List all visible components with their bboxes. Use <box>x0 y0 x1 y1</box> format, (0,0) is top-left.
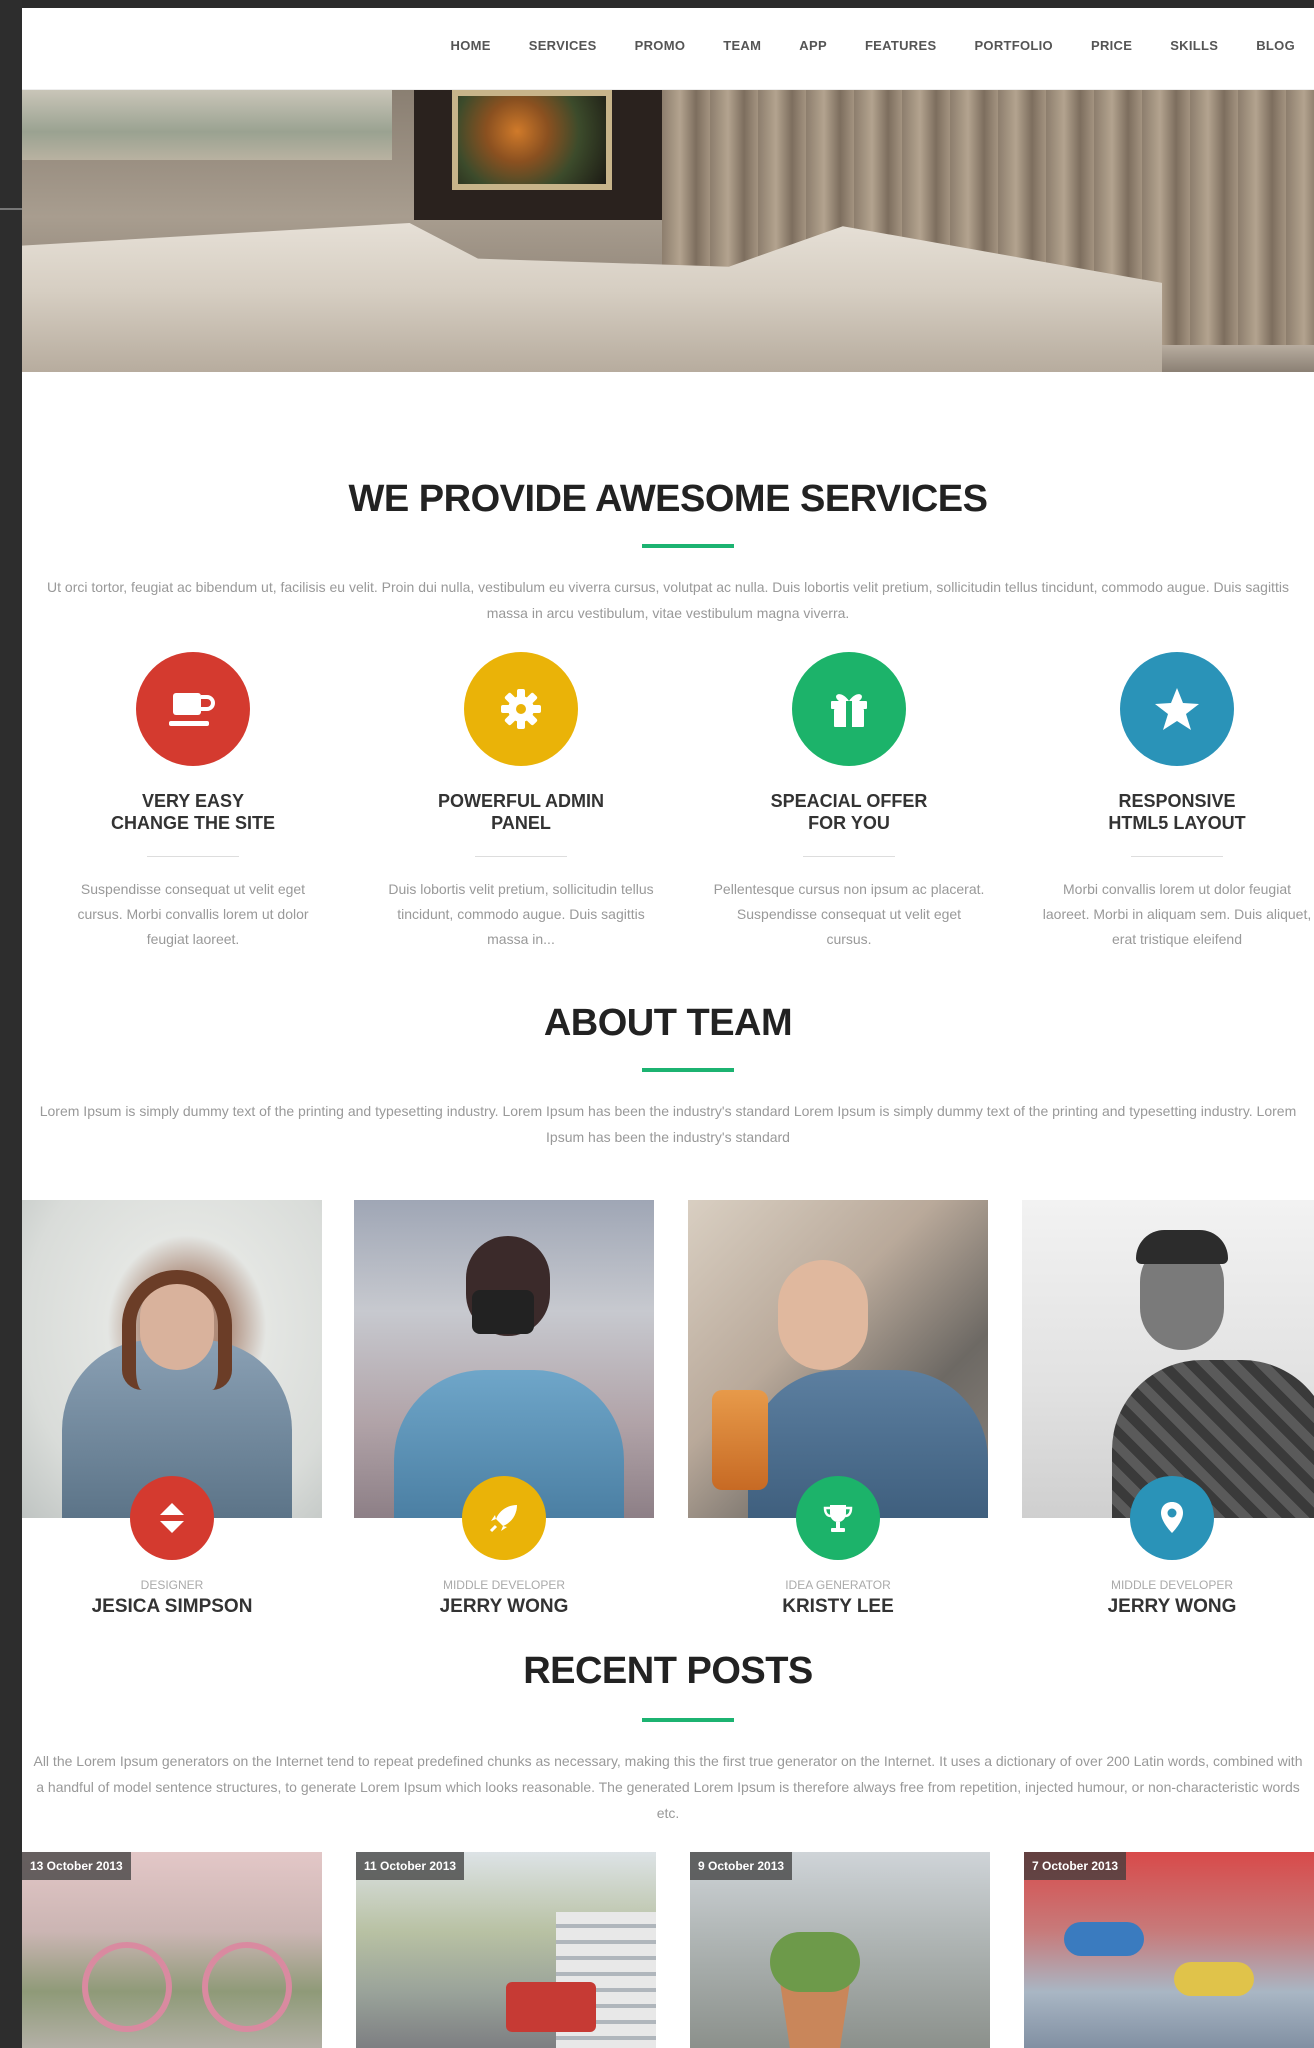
nav-link-promo[interactable]: PROMO <box>616 38 705 53</box>
top-navigation: HOME SERVICES PROMO TEAM APP FEATURES PO… <box>22 8 1314 90</box>
member-role: MIDDLE DEVELOPER <box>442 1578 566 1592</box>
posts-lead: All the Lorem Ipsum generators on the In… <box>33 1753 1303 1821</box>
post-date: 11 October 2013 <box>356 1852 465 1880</box>
service-divider <box>147 856 239 857</box>
window-frame-left <box>0 0 22 2048</box>
nav-link-team[interactable]: TEAM <box>704 38 780 53</box>
nav-link-services[interactable]: SERVICES <box>510 38 616 53</box>
nav-link-blog[interactable]: BLOG <box>1237 38 1314 53</box>
hero-image <box>22 90 1314 372</box>
post-date: 7 October 2013 <box>1024 1852 1127 1880</box>
web-page: HOME SERVICES PROMO TEAM APP FEATURES PO… <box>22 8 1314 2048</box>
team-title-rule <box>642 1068 734 1072</box>
service-divider <box>803 856 895 857</box>
service-description: Morbi convallis lorem ut dolor feugiat l… <box>1042 881 1312 947</box>
frame-divider <box>0 208 22 210</box>
gift-icon <box>831 694 867 727</box>
window-frame-top <box>0 0 1314 8</box>
services-lead: Ut orci tortor, feugiat ac bibendum ut, … <box>47 579 1289 621</box>
service-title: RESPONSIVE HTML5 LAYOUT <box>1108 791 1246 833</box>
photo-camera <box>472 1290 534 1334</box>
post-card[interactable]: 13 October 2013 <box>22 1852 322 2048</box>
member-photo[interactable] <box>688 1200 988 1518</box>
service-divider <box>475 856 567 857</box>
member-photo[interactable] <box>22 1200 322 1518</box>
team-member-jerry-wong: MIDDLE DEVELOPER JERRY WONG <box>354 1200 654 1618</box>
posts-title: RECENT POSTS <box>523 1650 813 1692</box>
service-icon-circle[interactable] <box>136 652 250 766</box>
photo-hair <box>122 1270 232 1390</box>
member-badge[interactable] <box>1130 1476 1214 1560</box>
sort-arrows-icon <box>160 1503 184 1533</box>
team-member-kristy-lee: IDEA GENERATOR KRISTY LEE <box>688 1200 988 1618</box>
service-divider <box>1131 856 1223 857</box>
service-title: VERY EASY CHANGE THE SITE <box>110 791 275 833</box>
post-tram <box>506 1982 596 2032</box>
member-role: MIDDLE DEVELOPER <box>1110 1578 1234 1592</box>
service-icon-circle[interactable] <box>792 652 906 766</box>
post-card[interactable]: 7 October 2013 <box>1024 1852 1314 2048</box>
photo-hair <box>1136 1230 1228 1264</box>
member-role: DESIGNER <box>140 1578 204 1592</box>
services-title-rule <box>642 544 734 548</box>
posts-title-rule <box>642 1718 734 1722</box>
nav-link-portfolio[interactable]: PORTFOLIO <box>955 38 1072 53</box>
post-card[interactable]: 9 October 2013 <box>690 1852 990 2048</box>
coffee-cup-icon <box>169 693 215 726</box>
nav-links: HOME SERVICES PROMO TEAM APP FEATURES PO… <box>432 38 1314 53</box>
service-icon-circle[interactable] <box>1120 652 1234 766</box>
services-title: WE PROVIDE AWESOME SERVICES <box>348 478 988 520</box>
nav-link-price[interactable]: PRICE <box>1072 38 1151 53</box>
rocket-icon <box>489 1505 517 1533</box>
team-title: ABOUT TEAM <box>543 1002 793 1044</box>
service-title: SPEACIAL OFFER FOR YOU <box>770 791 928 833</box>
post-plant <box>770 1932 860 1992</box>
post-date: 9 October 2013 <box>690 1852 793 1880</box>
service-title: POWERFUL ADMIN PANEL <box>438 791 604 833</box>
team-member-jesica-simpson: DESIGNER JESICA SIMPSON <box>22 1200 322 1618</box>
member-badge[interactable] <box>796 1476 880 1560</box>
service-responsive-layout: RESPONSIVE HTML5 LAYOUT Morbi convallis l… <box>1027 652 1314 952</box>
map-pin-icon <box>1161 1502 1183 1533</box>
post-sunglasses <box>1174 1962 1254 1996</box>
team-member-jerry-wong-2: MIDDLE DEVELOPER JERRY WONG <box>1022 1200 1314 1618</box>
post-sunglasses <box>1064 1922 1144 1956</box>
nav-link-skills[interactable]: SKILLS <box>1151 38 1237 53</box>
post-date: 13 October 2013 <box>22 1852 131 1880</box>
service-admin-panel: POWERFUL ADMIN PANEL Duis lobortis velit … <box>371 652 671 952</box>
member-photo[interactable] <box>354 1200 654 1518</box>
service-special-offer: SPEACIAL OFFER FOR YOU Pellentesque cursu… <box>699 652 999 952</box>
member-badge[interactable] <box>462 1476 546 1560</box>
nav-link-app[interactable]: APP <box>780 38 846 53</box>
post-bicycle-wheel <box>202 1942 292 2032</box>
post-card[interactable]: 11 October 2013 <box>356 1852 656 2048</box>
member-name: JERRY WONG <box>1107 1596 1237 1617</box>
service-description: Duis lobortis velit pretium, sollicitudi… <box>388 881 654 947</box>
nav-link-home[interactable]: HOME <box>432 38 510 53</box>
gear-icon <box>501 689 541 729</box>
member-role: IDEA GENERATOR <box>785 1578 891 1592</box>
hero-window <box>22 90 392 160</box>
member-name: JESICA SIMPSON <box>91 1596 253 1617</box>
team-lead: Lorem Ipsum is simply dummy text of the … <box>39 1103 1297 1145</box>
photo-drink <box>712 1390 768 1490</box>
post-bicycle-wheel <box>82 1942 172 2032</box>
member-photo[interactable] <box>1022 1200 1314 1518</box>
hero-painting <box>452 90 612 190</box>
service-description: Suspendisse consequat ut velit eget curs… <box>77 881 309 947</box>
service-description: Pellentesque cursus non ipsum ac placera… <box>713 881 985 947</box>
member-name: KRISTY LEE <box>782 1596 894 1617</box>
service-easy-change: VERY EASY CHANGE THE SITE Suspendisse con… <box>43 652 343 952</box>
trophy-icon <box>823 1505 853 1532</box>
photo-face <box>778 1260 868 1370</box>
nav-link-features[interactable]: FEATURES <box>846 38 956 53</box>
member-badge[interactable] <box>130 1476 214 1560</box>
member-name: JERRY WONG <box>439 1596 569 1617</box>
service-icon-circle[interactable] <box>464 652 578 766</box>
star-icon <box>1155 688 1199 730</box>
